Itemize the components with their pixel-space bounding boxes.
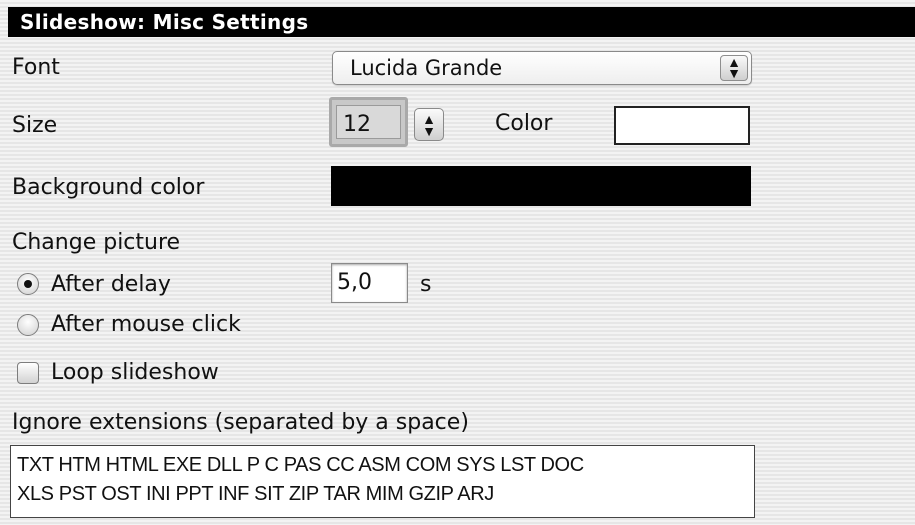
background-color-swatch[interactable] — [331, 166, 751, 206]
after-delay-label[interactable]: After delay — [51, 272, 171, 298]
window-title: Slideshow: Misc Settings — [8, 7, 915, 37]
text-color-swatch[interactable] — [614, 106, 750, 145]
change-picture-label: Change picture — [12, 230, 181, 255]
loop-slideshow-checkbox[interactable] — [17, 362, 39, 384]
color-label: Color — [495, 111, 553, 136]
after-mouse-click-radio[interactable] — [17, 314, 39, 336]
loop-slideshow-label[interactable]: Loop slideshow — [51, 360, 219, 386]
background-color-label: Background color — [12, 175, 205, 200]
delay-unit-label: s — [420, 272, 432, 297]
after-mouse-click-label[interactable]: After mouse click — [51, 312, 241, 338]
ignore-extensions-label: Ignore extensions (separated by a space) — [12, 410, 469, 435]
size-field[interactable]: 12 — [329, 97, 408, 147]
font-label: Font — [12, 55, 60, 80]
after-delay-radio[interactable] — [17, 273, 39, 295]
up-down-arrows-icon: ▲ ▼ — [422, 111, 436, 139]
size-stepper[interactable]: ▲ ▼ — [414, 108, 444, 141]
size-field-inner: 12 — [336, 105, 401, 139]
up-down-arrows-icon: ▲ ▼ — [720, 55, 748, 81]
size-value: 12 — [343, 112, 371, 137]
delay-value: 5,0 — [337, 270, 372, 295]
ignore-extensions-textarea[interactable]: TXT HTM HTML EXE DLL P C PAS CC ASM COM … — [10, 445, 755, 518]
font-popup[interactable]: Lucida Grande ▲ ▼ — [332, 51, 752, 85]
radio-selected-dot — [24, 280, 32, 288]
extensions-line: XLS PST OST INI PPT INF SIT ZIP TAR MIM … — [17, 483, 494, 505]
extensions-line: TXT HTM HTML EXE DLL P C PAS CC ASM COM … — [17, 454, 584, 476]
size-label: Size — [12, 113, 58, 138]
font-popup-value: Lucida Grande — [350, 56, 503, 80]
delay-input[interactable]: 5,0 — [331, 263, 408, 303]
